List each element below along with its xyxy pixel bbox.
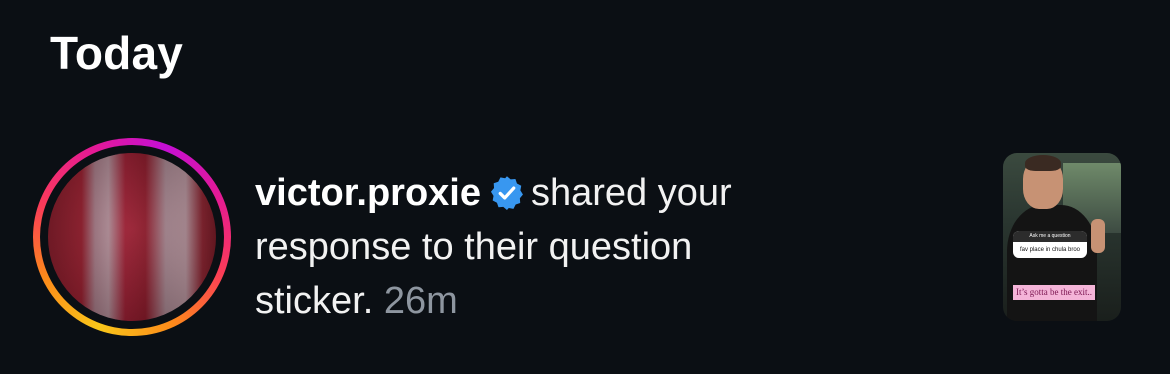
avatar	[48, 153, 216, 321]
question-sticker: Ask me a question fav place in chula bro…	[1013, 231, 1087, 258]
story-ring-avatar[interactable]	[33, 138, 231, 336]
activity-page: Today victor.proxie shared your response …	[0, 0, 1170, 374]
verified-badge-icon	[490, 176, 523, 211]
username-link[interactable]: victor.proxie	[255, 172, 481, 214]
thumbnail-person-body	[1007, 205, 1097, 321]
notification-item[interactable]: victor.proxie shared your response to the…	[33, 138, 1143, 338]
thumbnail-person-hand	[1091, 219, 1105, 253]
story-thumbnail[interactable]: Ask me a question fav place in chula bro…	[1003, 153, 1121, 321]
section-title-today: Today	[50, 27, 184, 79]
question-sticker-header: Ask me a question	[1013, 231, 1087, 242]
sticker-answer-text: It’s gotta be the exit..	[1013, 285, 1095, 300]
notification-time: 26m	[383, 280, 458, 322]
thumbnail-person-hair	[1025, 155, 1061, 171]
question-sticker-text: fav place in chula broo	[1019, 247, 1081, 253]
notification-text: victor.proxie shared your response to the…	[255, 166, 815, 328]
